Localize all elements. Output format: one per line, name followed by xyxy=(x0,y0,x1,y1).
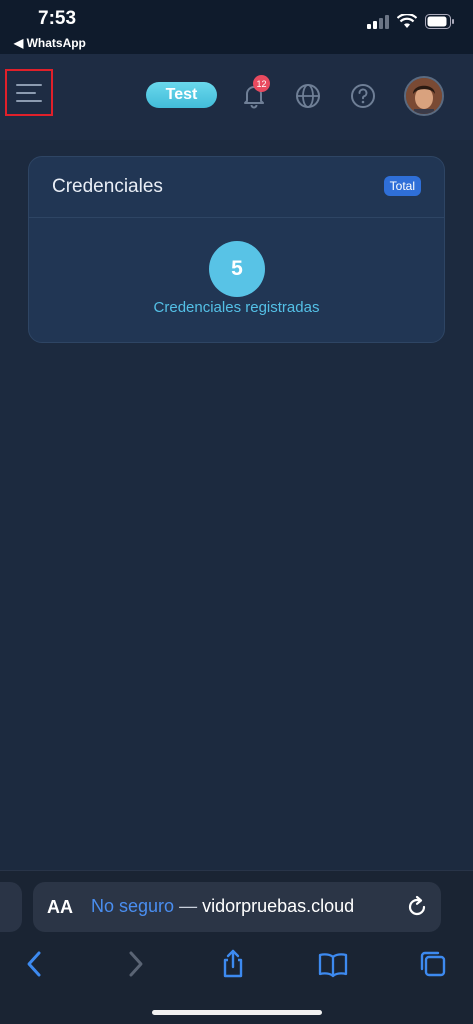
bookmarks-icon[interactable] xyxy=(318,949,348,979)
credentials-count: 5 xyxy=(209,241,265,297)
status-time: 7:53 xyxy=(38,8,77,29)
reload-icon[interactable] xyxy=(405,895,429,919)
card-header: Credenciales Total xyxy=(29,157,444,218)
url-separator: — xyxy=(174,896,203,916)
wifi-icon xyxy=(397,14,417,28)
card-title: Credenciales xyxy=(52,176,163,197)
globe-icon[interactable] xyxy=(295,83,321,109)
status-icons xyxy=(367,14,455,29)
credentials-count-label: Credenciales registradas xyxy=(153,299,320,316)
home-indicator xyxy=(152,1010,322,1015)
environment-badge[interactable]: Test xyxy=(146,82,217,108)
hamburger-menu-icon xyxy=(16,83,42,102)
reader-options-button[interactable]: AA xyxy=(47,897,73,918)
credentials-card: Credenciales Total 5 Credenciales regist… xyxy=(28,156,445,343)
address-bar[interactable]: AA No seguro — vidorpruebas.cloud xyxy=(33,882,441,932)
menu-toggle-button[interactable] xyxy=(5,69,53,116)
avatar[interactable] xyxy=(404,76,444,116)
browser-toolbar xyxy=(0,943,473,987)
url-host: vidorpruebas.cloud xyxy=(202,896,355,916)
user-photo-icon xyxy=(406,78,442,114)
share-icon[interactable] xyxy=(218,949,248,979)
url-security-label: No seguro xyxy=(91,896,175,916)
browser-bottom-bar: AA No seguro — vidorpruebas.cloud xyxy=(0,870,473,1024)
tabs-icon[interactable] xyxy=(418,949,448,979)
back-to-app-link[interactable]: ◀ WhatsApp xyxy=(14,36,86,50)
notification-count-badge: 12 xyxy=(253,75,270,92)
battery-icon xyxy=(425,14,454,29)
previous-tab-preview[interactable] xyxy=(0,882,22,932)
total-badge: Total xyxy=(383,176,421,196)
back-icon[interactable] xyxy=(20,949,50,979)
cellular-signal-icon xyxy=(367,14,389,29)
help-icon[interactable] xyxy=(350,83,376,109)
forward-icon[interactable] xyxy=(120,949,150,979)
status-bar: 7:53 ◀ WhatsApp xyxy=(0,0,473,54)
app-header: Test 12 xyxy=(0,54,473,140)
url-text[interactable]: No seguro — vidorpruebas.cloud xyxy=(91,896,354,917)
